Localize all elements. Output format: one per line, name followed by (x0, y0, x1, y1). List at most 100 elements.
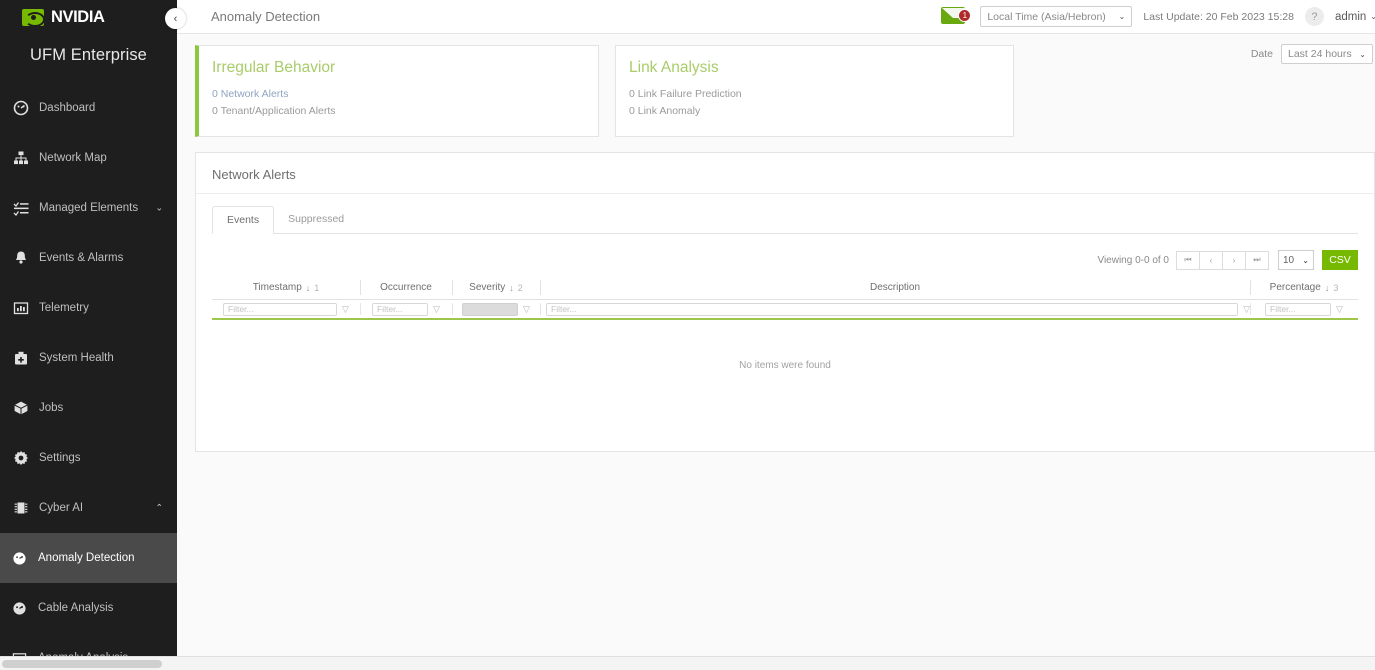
bar-chart-icon (12, 300, 29, 317)
sort-arrow-icon: ↓ (509, 283, 514, 293)
filter-cell-severity: ▽ (452, 300, 540, 318)
prev-page-button[interactable]: ‹ (1199, 251, 1223, 270)
dashboard-icon (12, 100, 29, 117)
sidebar-item-label: Network Map (39, 152, 107, 164)
date-range-value: Last 24 hours (1288, 48, 1352, 60)
sidebar-item-dashboard[interactable]: Dashboard (0, 83, 177, 133)
sort-arrow-icon: ↓ (306, 283, 311, 293)
card-line-link-anomaly: 0 Link Anomaly (629, 103, 1013, 120)
funnel-icon[interactable]: ▽ (433, 304, 440, 315)
sidebar-item-label: System Health (39, 352, 114, 364)
date-range-select[interactable]: Last 24 hours ⌄ (1281, 44, 1373, 64)
help-button[interactable]: ? (1305, 7, 1324, 26)
sidebar-item-jobs[interactable]: Jobs (0, 383, 177, 433)
first-page-button[interactable]: ⏮ (1176, 251, 1200, 270)
main-area: Anomaly Detection 1 Local Time (Asia/Heb… (177, 0, 1375, 670)
sidebar-item-label: Dashboard (39, 102, 95, 114)
funnel-icon[interactable]: ▽ (1243, 304, 1250, 315)
sort-arrow-icon: ↓ (1325, 283, 1330, 293)
column-header-percentage[interactable]: Percentage ↓ 3 (1250, 276, 1358, 299)
sort-order-index: 1 (314, 283, 319, 293)
sidebar-item-managed-elements[interactable]: Managed Elements ⌄ (0, 183, 177, 233)
funnel-icon[interactable]: ▽ (1336, 304, 1343, 315)
chevron-down-icon[interactable]: ⌄ (155, 203, 163, 214)
page-size-select[interactable]: 10 ⌄ (1278, 250, 1314, 270)
last-update-text: Last Update: 20 Feb 2023 15:28 (1143, 11, 1294, 23)
card-link-network-alerts[interactable]: 0 Network Alerts (212, 86, 598, 103)
card-irregular-behavior[interactable]: Irregular Behavior 0 Network Alerts 0 Te… (195, 45, 599, 137)
summary-cards: Irregular Behavior 0 Network Alerts 0 Te… (195, 45, 1375, 137)
column-label: Percentage (1270, 282, 1321, 293)
timezone-select[interactable]: Local Time (Asia/Hebron) ⌄ (980, 6, 1132, 27)
chevron-down-icon: ⌄ (1302, 256, 1309, 265)
card-title: Link Analysis (629, 59, 1013, 77)
sort-order-index: 3 (1333, 283, 1338, 293)
user-name: admin (1335, 11, 1366, 23)
notifications-button[interactable]: 1 (941, 7, 969, 26)
sidebar-item-label: Managed Elements (39, 202, 138, 214)
card-title: Irregular Behavior (212, 59, 598, 77)
card-line-tenant-alerts: 0 Tenant/Application Alerts (212, 103, 598, 120)
column-header-severity[interactable]: Severity ↓ 2 (452, 276, 540, 299)
viewing-count: Viewing 0-0 of 0 (1097, 255, 1169, 266)
filter-input-occurrence[interactable]: Filter... (372, 303, 428, 316)
sidebar-item-cyber-ai[interactable]: Cyber AI ⌃ (0, 483, 177, 533)
network-map-icon (12, 150, 29, 167)
sidebar-item-label: Settings (39, 452, 81, 464)
funnel-icon[interactable]: ▽ (342, 304, 349, 315)
content-area: Irregular Behavior 0 Network Alerts 0 Te… (177, 34, 1375, 670)
date-filter: Date Last 24 hours ⌄ (1251, 44, 1373, 64)
last-page-button[interactable]: ⏭ (1245, 251, 1269, 270)
filter-cell-timestamp: Filter... ▽ (212, 300, 360, 318)
bell-icon (12, 250, 29, 267)
panel-title: Network Alerts (196, 153, 1374, 194)
gauge-icon (11, 600, 28, 617)
page-title: Anomaly Detection (211, 9, 320, 24)
sidebar-item-label: Cable Analysis (38, 602, 113, 614)
filter-input-percentage[interactable]: Filter... (1265, 303, 1331, 316)
funnel-icon[interactable]: ▽ (523, 304, 530, 315)
alerts-table: Timestamp ↓ 1 Occurrence Severity ↓ 2 (212, 276, 1358, 371)
table-filter-row: Filter... ▽ Filter... ▽ ▽ Filter... (212, 300, 1358, 320)
sort-order-index: 2 (518, 283, 523, 293)
date-filter-label: Date (1251, 48, 1273, 60)
timezone-value: Local Time (Asia/Hebron) (987, 11, 1105, 23)
sidebar-item-system-health[interactable]: System Health (0, 333, 177, 383)
user-menu[interactable]: admin ⌄ (1335, 11, 1375, 23)
sidebar-item-settings[interactable]: Settings (0, 433, 177, 483)
product-title: UFM Enterprise (0, 34, 177, 65)
filter-cell-percentage: Filter... ▽ (1250, 300, 1358, 318)
network-alerts-panel: Network Alerts Events Suppressed Viewing… (195, 152, 1375, 452)
tab-suppressed[interactable]: Suppressed (274, 206, 358, 234)
column-header-description[interactable]: Description (540, 276, 1250, 299)
sidebar-item-network-map[interactable]: Network Map (0, 133, 177, 183)
sidebar-collapse-button[interactable]: ‹ (165, 8, 186, 29)
box-icon (12, 400, 29, 417)
horizontal-scrollbar[interactable] (0, 656, 1375, 670)
sidebar: NVIDIA UFM Enterprise Dashboard Network … (0, 0, 177, 670)
sidebar-item-label: Cyber AI (39, 502, 83, 514)
filter-input-severity[interactable] (462, 303, 518, 316)
sidebar-item-telemetry[interactable]: Telemetry (0, 283, 177, 333)
horizontal-scrollbar-thumb[interactable] (2, 660, 162, 668)
sidebar-item-events-alarms[interactable]: Events & Alarms (0, 233, 177, 283)
brand-logo[interactable]: NVIDIA (0, 0, 177, 34)
chip-icon (12, 500, 29, 517)
card-link-analysis[interactable]: Link Analysis 0 Link Failure Prediction … (615, 45, 1014, 137)
tab-events[interactable]: Events (212, 206, 274, 234)
chevron-up-icon[interactable]: ⌃ (155, 503, 163, 514)
column-header-timestamp[interactable]: Timestamp ↓ 1 (212, 276, 360, 299)
sidebar-item-label: Anomaly Detection (38, 552, 135, 564)
filter-input-timestamp[interactable]: Filter... (223, 303, 337, 316)
next-page-button[interactable]: › (1222, 251, 1246, 270)
column-header-occurrence[interactable]: Occurrence (360, 276, 452, 299)
column-label: Description (870, 282, 920, 293)
export-csv-button[interactable]: CSV (1322, 250, 1358, 270)
sidebar-item-cable-analysis[interactable]: Cable Analysis (0, 583, 177, 633)
page-size-value: 10 (1283, 255, 1294, 266)
list-icon (12, 200, 29, 217)
sidebar-nav: Dashboard Network Map Managed Elements ⌄ (0, 83, 177, 670)
filter-input-description[interactable]: Filter... (546, 303, 1238, 316)
nvidia-wordmark: NVIDIA (51, 8, 105, 27)
sidebar-item-anomaly-detection[interactable]: Anomaly Detection (0, 533, 177, 583)
